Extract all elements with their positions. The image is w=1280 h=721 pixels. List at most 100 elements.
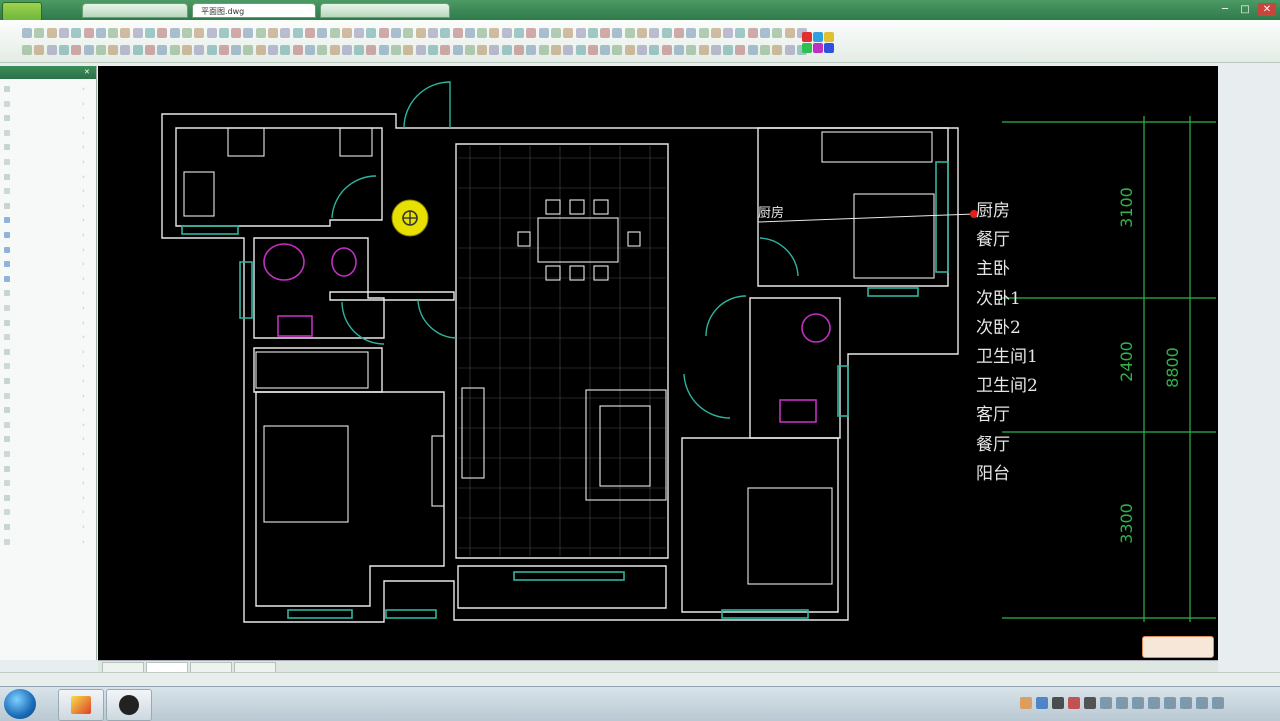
toolbar-tool-icon[interactable] [194,28,205,38]
document-tab-3[interactable] [320,3,450,18]
toolbar-tool-icon[interactable] [157,28,168,38]
toolbar-tool-icon[interactable] [464,28,475,38]
toolbar-tool-icon[interactable] [440,28,451,38]
toolbar-tool-icon[interactable] [477,45,488,55]
side-tool-item[interactable]: › [0,213,96,227]
toolbar-tool-icon[interactable] [403,28,414,38]
side-tool-item[interactable]: › [0,476,96,490]
toolbar-tool-icon[interactable] [341,28,352,38]
toolbar-tool-icon[interactable] [268,45,278,55]
toolbar-tool-icon[interactable] [132,28,143,38]
toolbar-tool-icon[interactable] [34,45,45,55]
side-tool-item[interactable]: › [0,170,96,184]
toolbar-tool-icon[interactable] [391,45,401,55]
maximize-button[interactable]: □ [1236,3,1254,16]
toolbar-tool-icon[interactable] [329,45,340,55]
side-tool-item[interactable]: › [0,272,96,286]
side-tool-item[interactable]: › [0,199,96,213]
toolbar-tool-icon[interactable] [452,45,463,55]
toolbar-tool-icon[interactable] [661,45,672,55]
toolbar-tool-icon[interactable] [526,28,537,38]
side-tool-item[interactable]: › [0,520,96,534]
side-tool-item[interactable]: › [0,505,96,519]
toolbar-tool-icon[interactable] [157,45,168,55]
toolbar-tool-icon[interactable] [784,28,795,38]
toolbar-tool-icon[interactable] [723,45,734,55]
toolbar-tool-icon[interactable] [710,45,721,55]
toolbar-tool-icon[interactable] [587,28,598,38]
toolbar-tool-icon[interactable] [341,45,352,55]
side-tool-item[interactable]: › [0,403,96,417]
toolbar-tool-icon[interactable] [268,28,278,38]
tray-icon[interactable] [1212,697,1224,709]
side-tool-item[interactable]: › [0,82,96,96]
toolbar-tool-icon[interactable] [317,45,328,55]
toolbar-tool-icon[interactable] [243,28,254,38]
toolbar-tool-icon[interactable] [415,45,426,55]
toolbar-tool-icon[interactable] [415,28,426,38]
side-tool-item[interactable]: › [0,491,96,505]
toolbar-tool-icon[interactable] [710,28,721,38]
toolbar-tool-icon[interactable] [366,28,377,38]
toolbar-tool-icon[interactable] [181,28,192,38]
close-button[interactable]: ✕ [1258,3,1276,16]
toolbar-tool-icon[interactable] [760,28,770,38]
toolbar-tool-icon[interactable] [440,45,451,55]
side-tool-item[interactable]: › [0,389,96,403]
toolbar-tool-icon[interactable] [354,45,365,55]
toolbar-tool-icon[interactable] [686,45,697,55]
side-tool-item[interactable]: › [0,535,96,549]
toolbar-tool-icon[interactable] [550,45,561,55]
document-tab-2[interactable]: 平面图.dwg [192,3,316,18]
toolbar-tool-icon[interactable] [181,45,192,55]
toolbar-tool-icon[interactable] [120,28,131,38]
side-tool-item[interactable]: › [0,155,96,169]
toolbar-tool-icon[interactable] [563,28,574,38]
tray-icon[interactable] [1148,697,1160,709]
tray-icon[interactable] [1132,697,1144,709]
toolbar-tool-icon[interactable] [58,28,69,38]
toolbar-tool-icon[interactable] [206,45,217,55]
side-tool-item[interactable]: › [0,228,96,242]
toolbar-tool-icon[interactable] [280,28,291,38]
side-tool-item[interactable]: › [0,126,96,140]
toolbar-tool-icon[interactable] [46,45,57,55]
toolbar-tool-icon[interactable] [612,45,623,55]
side-tool-item[interactable]: › [0,286,96,300]
toolbar-tool-icon[interactable] [255,45,266,55]
side-tool-item[interactable]: › [0,374,96,388]
toolbar-tool-icon[interactable] [145,28,155,38]
toolbar-tool-icon[interactable] [649,45,660,55]
toolbar-tool-icon[interactable] [747,28,758,38]
toolbar-tool-icon[interactable] [108,28,119,38]
toolbar-tool-icon[interactable] [378,45,389,55]
toolbar-tool-icon[interactable] [587,45,598,55]
toolbar-tool-icon[interactable] [575,28,586,38]
toolbar-tool-icon[interactable] [427,28,438,38]
toolbar-tool-icon[interactable] [637,28,647,38]
toolbar-tool-icon[interactable] [22,28,32,38]
toolbar-tool-icon[interactable] [637,45,647,55]
toolbar-tool-icon[interactable] [612,28,623,38]
color-swatch-icon[interactable] [813,32,823,42]
toolbar-tool-icon[interactable] [723,28,734,38]
toolbar-tool-icon[interactable] [46,28,57,38]
toolbar-tool-icon[interactable] [661,28,672,38]
toolbar-tool-icon[interactable] [452,28,463,38]
toolbar-tool-icon[interactable] [169,28,180,38]
side-tool-item[interactable]: › [0,316,96,330]
side-tool-item[interactable]: › [0,301,96,315]
toolbar-tool-icon[interactable] [71,45,82,55]
panel-close-icon[interactable]: ✕ [84,66,90,79]
tray-icon[interactable] [1180,697,1192,709]
toolbar-tool-icon[interactable] [218,28,229,38]
side-tool-item[interactable]: › [0,243,96,257]
toolbar-tool-icon[interactable] [514,45,524,55]
start-button-icon[interactable] [4,689,36,719]
toolbar-tool-icon[interactable] [501,45,512,55]
toolbar-tool-icon[interactable] [477,28,488,38]
toolbar-tool-icon[interactable] [772,28,783,38]
toolbar-tool-icon[interactable] [600,45,611,55]
toolbar-tool-icon[interactable] [354,28,365,38]
taskbar-recorder-icon[interactable] [106,689,152,721]
